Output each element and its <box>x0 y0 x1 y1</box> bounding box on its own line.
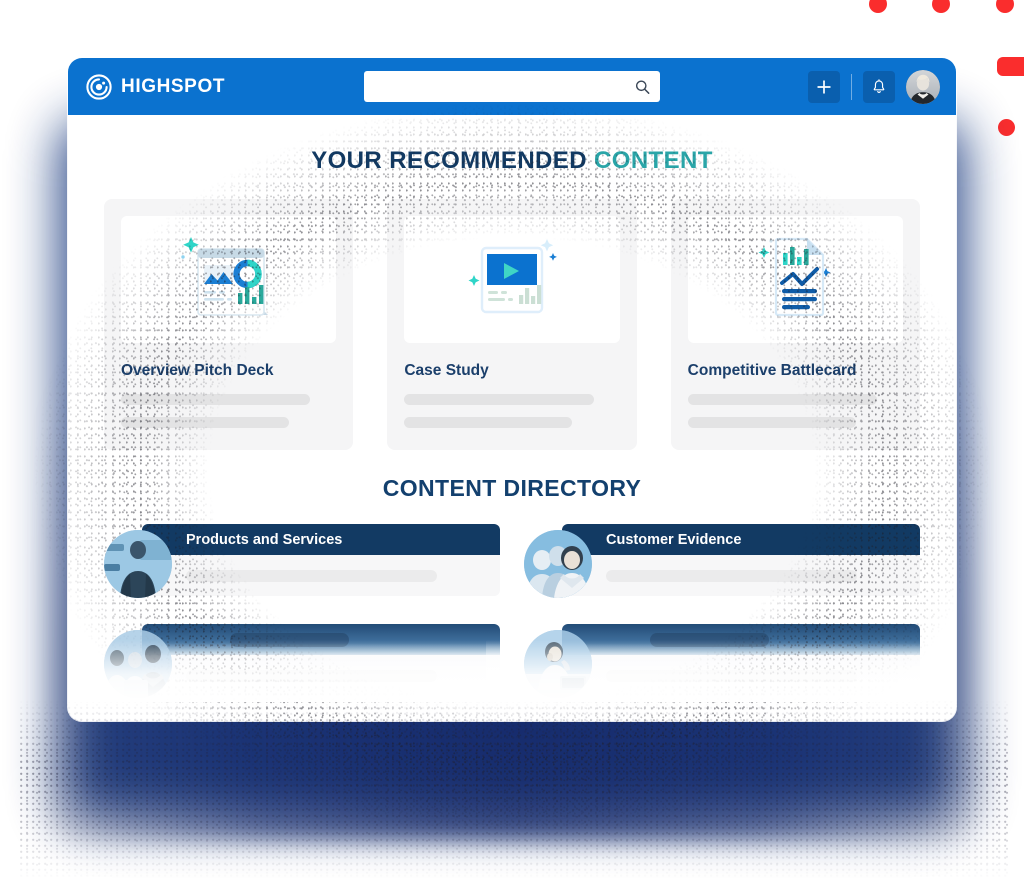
page-title-primary: YOUR RECOMMENDED <box>311 147 587 174</box>
brand-name: HIGHSPOT <box>121 75 226 97</box>
screenshot-stage: HIGHSPOT YOUR RECOMMENDED CONTENT Overvi… <box>0 0 1024 880</box>
brand-logo[interactable]: HIGHSPOT <box>86 73 226 100</box>
directory-placeholder-line <box>606 570 857 582</box>
meeting-photo-avatar-icon <box>104 630 172 698</box>
avatar[interactable] <box>906 69 940 104</box>
directory-card-header <box>562 624 920 655</box>
plus-icon <box>817 79 831 94</box>
phone-call-photo-avatar-icon <box>524 630 592 698</box>
card-thumbnail <box>687 216 903 343</box>
add-button[interactable] <box>808 70 840 103</box>
presenter-photo-avatar-icon <box>104 530 172 598</box>
content-card[interactable]: Overview Pitch Deck <box>104 199 354 450</box>
directory-card-header: Products and Services <box>142 524 500 555</box>
directory-card-header: Customer Evidence <box>562 524 920 555</box>
directory-avatar <box>104 630 172 698</box>
notifications-button[interactable] <box>863 70 895 103</box>
directory-avatar <box>524 630 592 698</box>
directory-row-loading[interactable] <box>68 624 502 702</box>
directory-title: Customer Evidence <box>606 531 742 548</box>
directory-card <box>142 624 500 696</box>
card-thumbnail <box>121 216 337 343</box>
card-thumbnail <box>404 216 620 343</box>
directory-placeholder-line <box>186 570 437 582</box>
directory-row-loading[interactable] <box>486 624 922 702</box>
card-placeholder-line <box>404 394 594 405</box>
directory-card: Customer Evidence <box>562 524 920 596</box>
directory-placeholder-line <box>606 670 857 682</box>
red-dot-decor <box>869 0 887 13</box>
card-title: Competitive Battlecard <box>687 362 857 379</box>
topbar-actions <box>808 69 940 104</box>
directory-title: Products and Services <box>186 531 343 548</box>
directory-placeholder-line <box>186 670 437 682</box>
user-avatar-photo-icon <box>906 69 940 104</box>
directory-row[interactable]: Customer Evidence <box>524 524 920 598</box>
directory-row[interactable]: Products and Services <box>104 524 500 598</box>
card-placeholder-line <box>121 417 289 428</box>
directory-card-header <box>142 624 500 655</box>
content-card[interactable]: Competitive Battlecard <box>670 199 920 450</box>
directory-avatar <box>524 530 592 598</box>
card-title: Overview Pitch Deck <box>121 362 274 379</box>
red-dot-decor <box>996 0 1014 13</box>
bell-icon <box>873 78 885 93</box>
red-dot-decor <box>932 0 950 13</box>
page-body: YOUR RECOMMENDED CONTENT Overview Pitch … <box>68 115 956 721</box>
video-player-illustration-icon <box>468 238 557 313</box>
top-navigation-bar: HIGHSPOT <box>68 58 956 115</box>
app-window: HIGHSPOT YOUR RECOMMENDED CONTENT Overvi… <box>68 58 956 721</box>
directory-title-placeholder <box>650 632 770 647</box>
search-container <box>364 71 660 102</box>
red-dot-decor <box>998 119 1015 136</box>
search-input[interactable] <box>364 71 660 102</box>
card-placeholder-line <box>121 394 311 405</box>
slide-deck-illustration-icon <box>180 236 268 316</box>
directory-card <box>562 624 920 696</box>
page-title: YOUR RECOMMENDED CONTENT <box>104 115 920 175</box>
highspot-circle-logo-icon <box>86 73 112 100</box>
directory-avatar <box>104 530 172 598</box>
card-placeholder-line <box>687 394 878 405</box>
directory-card: Products and Services <box>142 524 500 596</box>
toolbar-divider <box>851 73 852 100</box>
document-chart-illustration-icon <box>758 237 831 316</box>
card-placeholder-line <box>687 417 856 428</box>
page-title-accent: CONTENT <box>594 147 713 174</box>
card-placeholder-line <box>404 417 573 428</box>
section-title-directory: CONTENT DIRECTORY <box>382 475 642 501</box>
recommended-cards: Overview Pitch Deck Case Study Competiti… <box>104 199 920 450</box>
content-directory-list: Products and Services Customer Evidence <box>68 524 922 702</box>
red-pill-decor <box>997 57 1024 76</box>
content-card[interactable]: Case Study <box>387 199 637 450</box>
customers-photo-avatar-icon <box>524 530 592 598</box>
directory-title-placeholder <box>230 632 350 647</box>
card-title: Case Study <box>404 362 489 379</box>
